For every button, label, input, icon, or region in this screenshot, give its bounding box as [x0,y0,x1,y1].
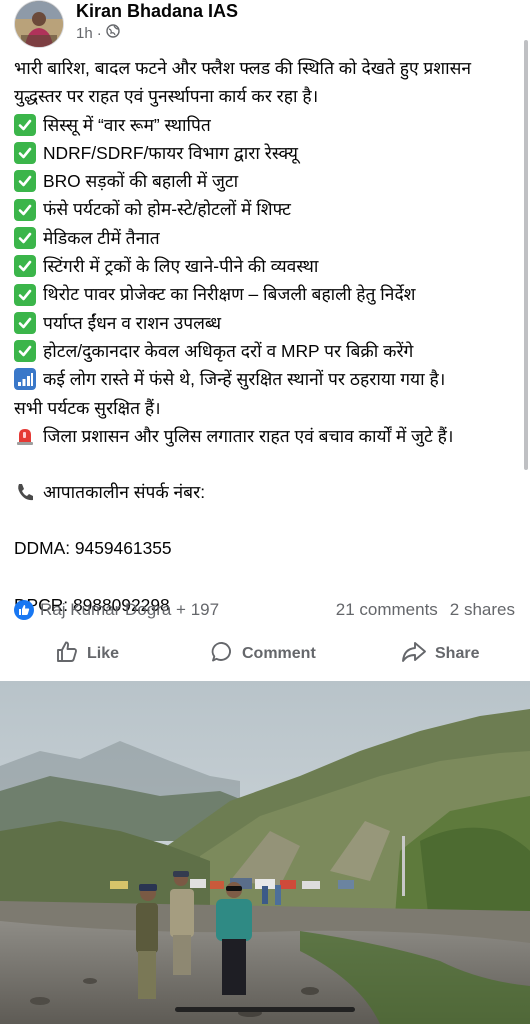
reactors-summary[interactable]: Raj Kumar Dogra + 197 [40,600,219,620]
checklist-label: स्टिंगरी में ट्रकों के लिए खाने-पीने की … [43,256,319,277]
check-icon [14,198,36,221]
post-header: Kiran Bhadana IAS 1h · [0,0,530,48]
like-button[interactable]: Like [55,636,119,672]
checklist-item: होटल/दुकानदार केवल अधिकृत दरों व MRP पर … [14,337,519,365]
meta-separator: · [96,24,102,42]
stranded-text-cont: सभी पर्यटक सुरक्षित हैं। [14,397,161,418]
checklist-item: फंसे पर्यटकों को होम-स्टे/होटलों में शिफ… [14,195,519,223]
post-photo[interactable] [0,681,530,1024]
comment-label: Comment [242,645,316,662]
ddma-number[interactable]: DDMA: 9459461355 [14,534,519,562]
check-icon [14,311,36,334]
checklist-label: पर्याप्त ईंधन व राशन उपलब्ध [43,312,222,333]
signal-bars-icon [14,368,36,391]
comments-count[interactable]: 21 comments [336,600,438,620]
scrollbar[interactable] [524,40,528,470]
home-indicator[interactable] [175,1007,355,1012]
emergency-header: आपातकालीन संपर्क नंबर: [14,478,519,506]
author-avatar[interactable] [14,0,64,48]
check-icon [14,226,36,249]
police-line: जिला प्रशासन और पुलिस लगातार राहत एवं बच… [14,422,519,450]
engagement-counts: 21 comments 2 shares [336,600,515,620]
police-text: जिला प्रशासन और पुलिस लगातार राहत एवं बच… [43,425,454,446]
checklist-label: NDRF/SDRF/फायर विभाग द्वारा रेस्क्यू [43,142,298,163]
checklist-item: पर्याप्त ईंधन व राशन उपलब्ध [14,309,519,337]
globe-icon [105,24,120,43]
share-label: Share [435,645,480,662]
intro-line: भारी बारिश, बादल फटने और फ्लैश फ्लड की स… [14,58,472,78]
check-icon [14,170,36,193]
checklist-item: सिस्सू में “वार रूम” स्थापित [14,111,519,139]
checklist-label: होटल/दुकानदार केवल अधिकृत दरों व MRP पर … [43,340,414,361]
shares-count[interactable]: 2 shares [450,600,515,620]
checklist-label: फंसे पर्यटकों को होम-स्टे/होटलों में शिफ… [43,199,291,220]
post-text: भारी बारिश, बादल फटने और फ्लैश फ्लड की स… [14,54,519,619]
checklist-item: थिरोट पावर प्रोजेक्ट का निरीक्षण – बिजली… [14,280,519,308]
stranded-text: कई लोग रास्ते में फंसे थे, जिन्हें सुरक्… [43,369,446,390]
share-arrow-icon [401,640,427,669]
post-meta: 1h · [76,24,120,43]
checklist-item: स्टिंगरी में ट्रकों के लिए खाने-पीने की … [14,252,519,280]
author-name[interactable]: Kiran Bhadana IAS [76,0,238,22]
stranded-line: कई लोग रास्ते में फंसे थे, जिन्हें सुरक्… [14,365,519,393]
like-reaction-icon [14,600,34,620]
checklist-label: सिस्सू में “वार रूम” स्थापित [43,114,211,135]
emergency-label: आपातकालीन संपर्क नंबर: [43,482,206,503]
reaction-bar: Raj Kumar Dogra + 197 21 comments 2 shar… [14,598,519,624]
post-time[interactable]: 1h [76,25,93,43]
comment-button[interactable]: Comment [210,636,316,672]
checklist-label: मेडिकल टीमें तैनात [43,227,160,248]
phone-icon [14,481,36,503]
check-icon [14,255,36,278]
action-bar: Like Comment Share [0,636,530,672]
thumbs-up-icon [55,640,79,669]
check-icon [14,142,36,165]
comment-bubble-icon [210,640,234,669]
intro-line: युद्धस्तर पर राहत एवं पुनर्स्थापना कार्य… [14,86,319,107]
share-button[interactable]: Share [401,636,479,672]
check-icon [14,113,36,136]
checklist-item: BRO सड़कों की बहाली में जुटा [14,167,519,195]
checklist-item: NDRF/SDRF/फायर विभाग द्वारा रेस्क्यू [14,139,519,167]
checklist-label: थिरोट पावर प्रोजेक्ट का निरीक्षण – बिजली… [43,284,416,305]
siren-icon [14,425,36,447]
checklist-item: मेडिकल टीमें तैनात [14,224,519,252]
check-icon [14,340,36,363]
checklist-label: BRO सड़कों की बहाली में जुटा [43,171,239,192]
like-label: Like [87,645,120,662]
check-icon [14,283,36,306]
